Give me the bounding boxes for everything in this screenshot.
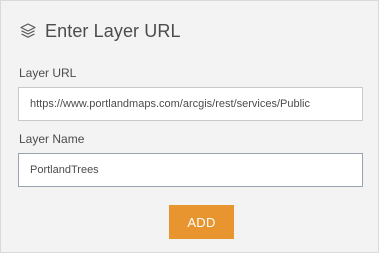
add-button[interactable]: ADD bbox=[169, 205, 234, 239]
layer-name-input[interactable] bbox=[18, 153, 363, 187]
panel-title: Enter Layer URL bbox=[45, 20, 181, 41]
layer-url-label: Layer URL bbox=[19, 66, 77, 80]
layers-icon bbox=[19, 22, 37, 40]
layer-url-input[interactable] bbox=[18, 87, 363, 121]
enter-layer-url-panel: Enter Layer URL Layer URL Layer Name ADD bbox=[0, 0, 379, 253]
layer-name-label: Layer Name bbox=[19, 132, 85, 146]
panel-header: Enter Layer URL bbox=[19, 19, 181, 43]
